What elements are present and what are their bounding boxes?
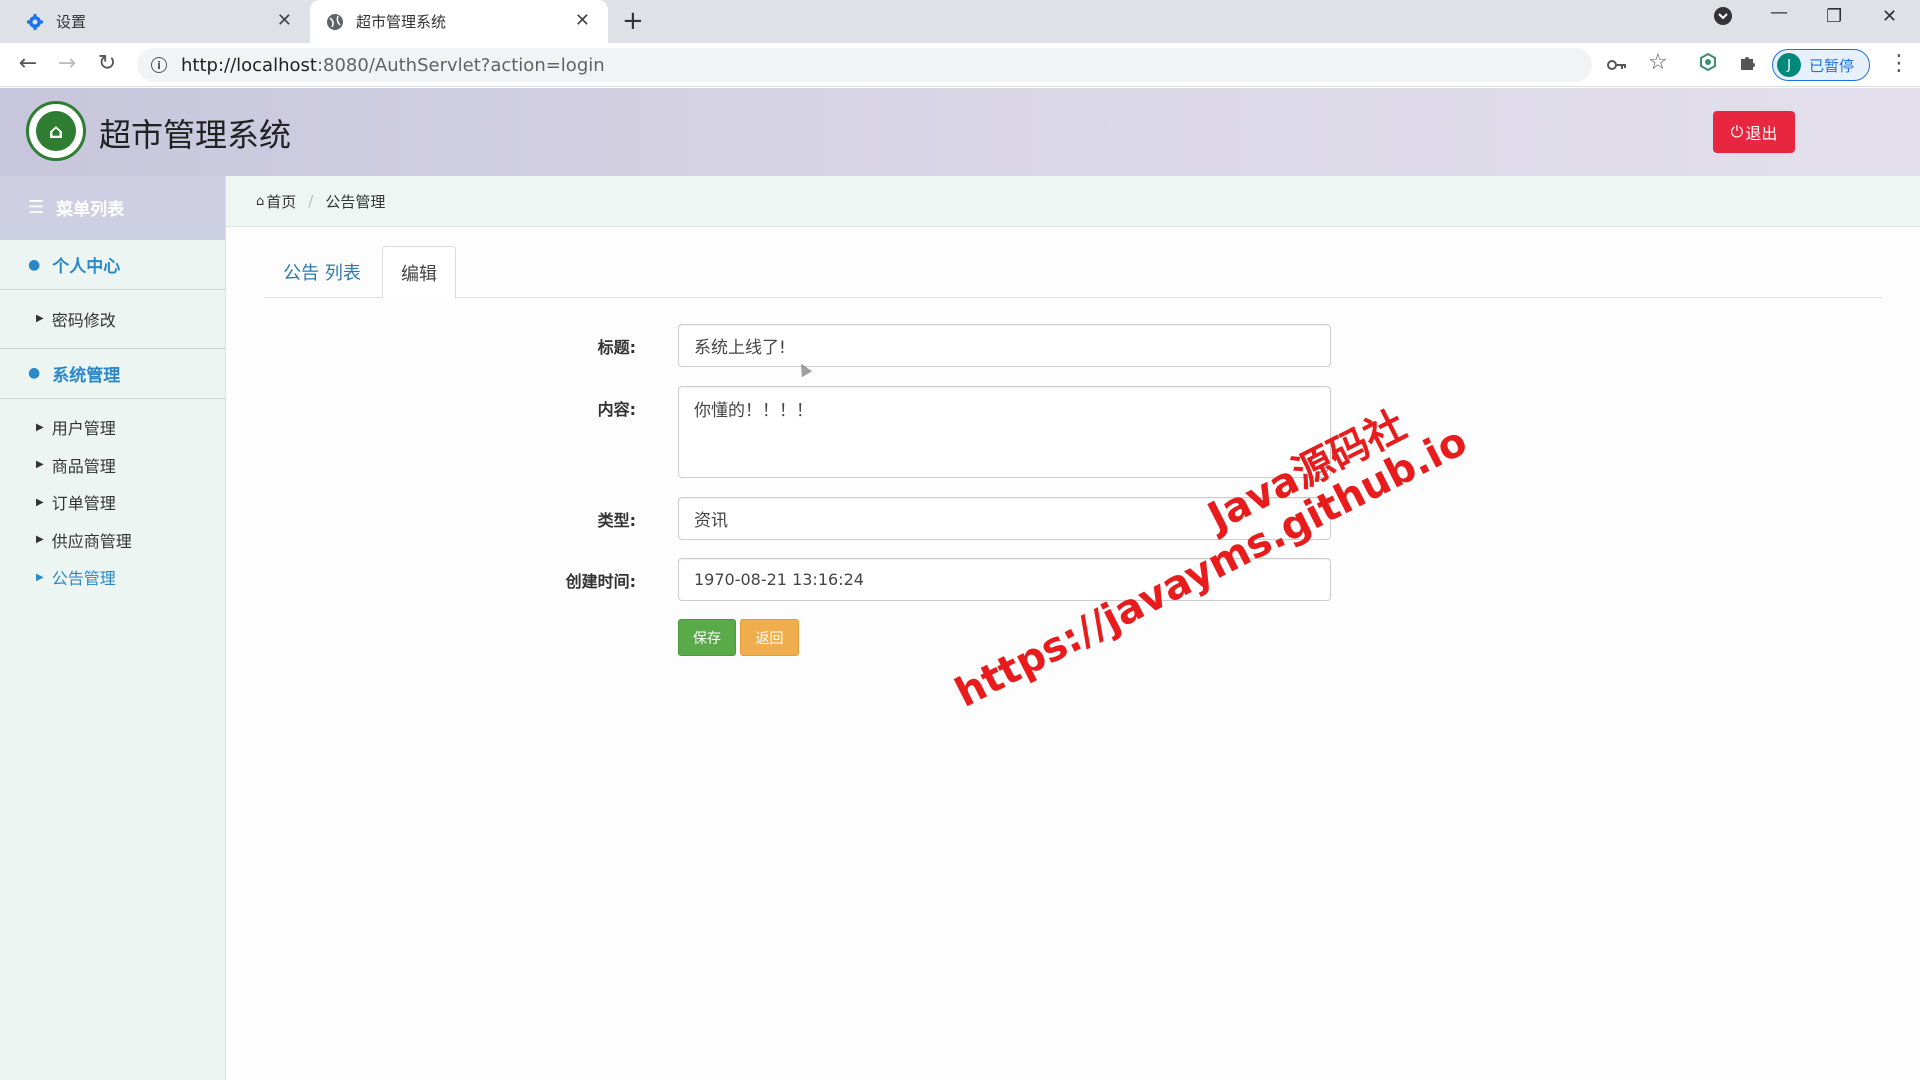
sidebar-group-system[interactable]: ● 系统管理 [0,347,225,399]
logout-label: 退出 [1745,124,1778,143]
form-row-type: 类型: 资讯 [226,497,1920,540]
content-text: 你懂的！！！！ [694,401,813,421]
address-bar[interactable]: i http://localhost:8080/AuthServlet?acti… [137,48,1592,82]
minimize-icon[interactable]: — [1770,2,1788,23]
browser-tab-app[interactable]: 超市管理系统 ✕ [310,0,608,43]
info-icon[interactable]: i [151,57,167,73]
menu-title: 菜单列表 [56,200,125,220]
tab-notice-list[interactable]: 公告 列表 [264,246,380,298]
content-label: 内容: [597,400,636,419]
sidebar-group-personal[interactable]: ● 个人中心 [0,239,225,290]
title-label: 标题: [597,338,636,357]
avatar: J [1777,53,1801,77]
browser-tabstrip: 设置 ✕ 超市管理系统 ✕ + — ❐ ✕ [0,0,1920,43]
breadcrumb-separator: / [308,192,314,210]
logout-button[interactable]: ⏻ 退出 [1713,111,1795,153]
content-tabs: 公告 列表 编辑 [264,246,1882,299]
more-menu-icon[interactable]: ⋮ [1888,51,1910,76]
user-icon: ● [28,256,41,273]
reload-icon[interactable]: ↻ [93,51,121,77]
created-time-label: 创建时间: [565,572,636,591]
group-title: 系统管理 [52,365,121,386]
sidebar-item-label: 用户管理 [51,419,116,439]
title-input[interactable]: 系统上线了! [678,324,1331,367]
profile-status: 已暂停 [1809,56,1855,75]
sidebar: ☰ 菜单列表 ● 个人中心 ▶ 密码修改 ● 系统管理 ▶ 用户管理 ▶ 商品管… [0,176,226,1080]
sidebar-item-label: 供应商管理 [51,531,132,551]
key-icon[interactable] [1607,53,1627,77]
back-arrow-icon[interactable]: ← [14,51,42,77]
browser-tab-settings[interactable]: 设置 ✕ [0,0,310,43]
breadcrumb-home[interactable]: 首页 [266,191,296,212]
home-icon: ⌂ [256,193,265,209]
globe-icon [326,13,344,31]
sidebar-sublist: ▶ 用户管理 ▶ 商品管理 ▶ 订单管理 ▶ 供应商管理 ▶ 公告管理 [0,399,225,607]
breadcrumb: ⌂ 首页 / 公告管理 [226,176,1920,227]
caret-right-icon: ▶ [36,421,44,433]
profile-button[interactable]: J 已暂停 [1772,49,1870,81]
app-title: 超市管理系统 [99,116,292,154]
star-icon[interactable]: ☆ [1648,50,1668,75]
sidebar-sublist: ▶ 密码修改 [0,290,225,348]
url-path: :8080/AuthServlet?action=login [316,54,605,76]
gear-icon [26,13,44,31]
close-icon[interactable]: ✕ [277,12,292,30]
tab-search-icon[interactable] [1713,6,1733,31]
sidebar-item-label: 订单管理 [51,494,116,514]
content-textarea[interactable]: 你懂的！！！！ [678,386,1331,478]
house-icon: ⌂ [36,111,76,151]
sidebar-item-label: 商品管理 [51,456,116,476]
caret-right-icon: ▶ [36,571,44,583]
caret-right-icon: ▶ [36,313,44,325]
new-tab-icon[interactable]: + [622,8,644,34]
forward-arrow-icon[interactable]: → [53,51,81,77]
form-row-title: 标题: 系统上线了! [226,324,1920,367]
browser-toolbar: ← → ↻ i http://localhost:8080/AuthServle… [0,43,1920,87]
sidebar-item-password[interactable]: ▶ 密码修改 [0,300,225,338]
group-title: 个人中心 [52,257,121,277]
sidebar-item-suppliers[interactable]: ▶ 供应商管理 [0,521,225,559]
window-close-icon[interactable]: ✕ [1882,6,1897,27]
sidebar-item-notices[interactable]: ▶ 公告管理 [0,559,225,597]
caret-right-icon: ▶ [36,534,44,546]
restore-icon[interactable]: ❐ [1826,6,1842,27]
back-button[interactable]: 返回 [740,619,799,656]
list-icon: ☰ [28,197,45,218]
breadcrumb-current: 公告管理 [325,192,386,211]
browser-tab-label: 设置 [56,13,87,31]
school-logo: ⌂ [26,101,86,161]
browser-tab-label: 超市管理系统 [356,13,447,31]
close-icon[interactable]: ✕ [575,12,590,30]
puzzle-icon[interactable] [1738,52,1758,77]
sidebar-item-label: 公告管理 [51,569,116,589]
sidebar-item-users[interactable]: ▶ 用户管理 [0,409,225,447]
app-header: ⌂ 超市管理系统 ⏻ 退出 [0,88,1920,176]
extension-shield-icon[interactable] [1698,52,1718,77]
caret-right-icon: ▶ [36,496,44,508]
menu-header: ☰ 菜单列表 [0,176,225,239]
sidebar-item-orders[interactable]: ▶ 订单管理 [0,484,225,522]
sidebar-item-label: 密码修改 [51,310,116,330]
form-row-content: 内容: 你懂的！！！！ [226,386,1920,478]
url-host: http://localhost [181,54,317,76]
user-icon: ● [28,365,41,381]
tab-edit[interactable]: 编辑 [382,246,456,299]
type-label: 类型: [597,511,636,530]
caret-right-icon: ▶ [36,459,44,471]
sidebar-item-goods[interactable]: ▶ 商品管理 [0,446,225,484]
power-icon: ⏻ [1730,122,1744,141]
save-button[interactable]: 保存 [678,619,736,656]
